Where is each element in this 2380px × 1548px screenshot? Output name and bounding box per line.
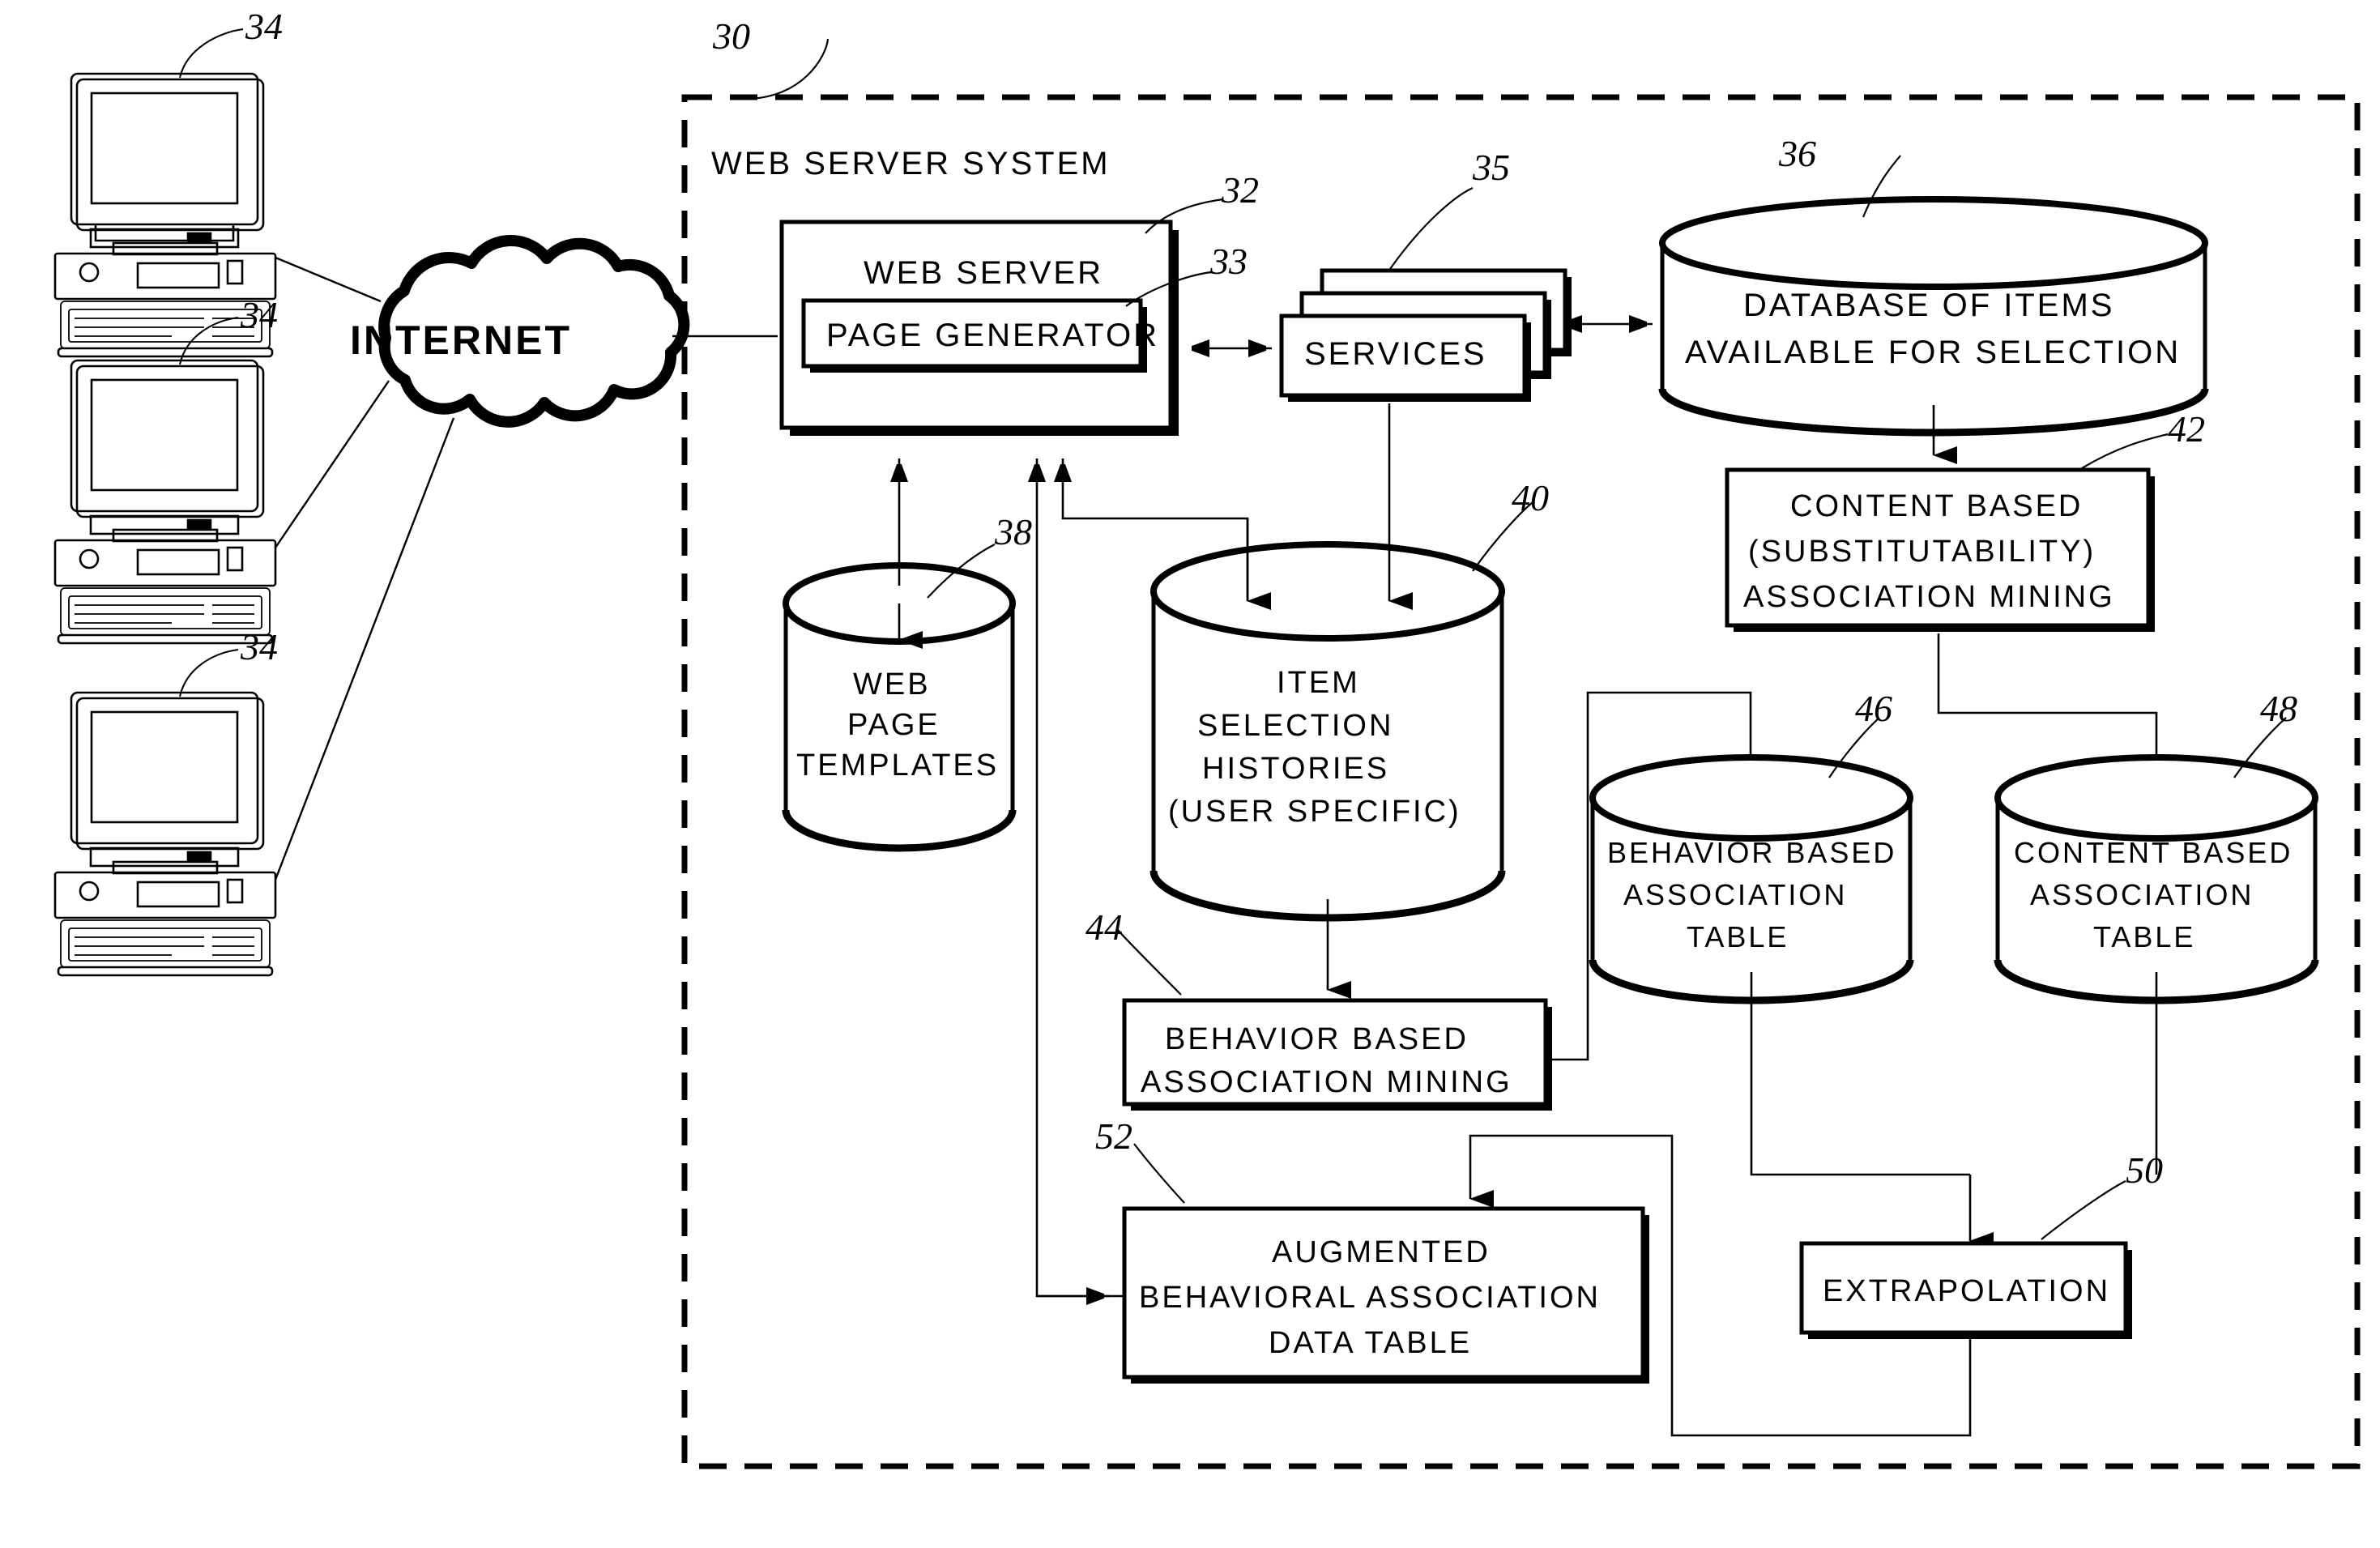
ref-44: 44 (1086, 906, 1123, 948)
patent-figure-canvas: 34 34 34 INTERNET 30 WEB SERVER SYSTEM W… (0, 0, 2380, 1548)
behavior-table-label-2: ASSOCIATION (1623, 878, 1847, 911)
ref-34c: 34 (240, 626, 278, 667)
histories-label-4: (USER SPECIFIC) (1168, 795, 1461, 829)
item-db-label-1: DATABASE OF ITEMS (1743, 288, 2114, 323)
templates-label-1: WEB (853, 667, 931, 702)
content-table-label-3: TABLE (2093, 920, 2195, 953)
web-server-label: WEB SERVER (864, 255, 1103, 291)
ref-32: 32 (1221, 169, 1259, 211)
ref-46: 46 (1855, 688, 1892, 729)
histories-label-2: SELECTION (1197, 709, 1393, 743)
ref-48: 48 (2260, 688, 2297, 729)
behavior-table-label-3: TABLE (1687, 920, 1789, 953)
extrapolation-label: EXTRAPOLATION (1823, 1274, 2110, 1308)
behavior-table-label-1: BEHAVIOR BASED (1607, 836, 1896, 869)
ref-40: 40 (1512, 477, 1549, 518)
services-label: SERVICES (1304, 336, 1487, 372)
ref-34a: 34 (245, 6, 283, 47)
ref-50: 50 (2126, 1149, 2163, 1191)
behavior-mining-label-2: ASSOCIATION MINING (1141, 1065, 1512, 1099)
ref-38: 38 (994, 511, 1032, 552)
ref-30: 30 (712, 15, 750, 57)
system-label: WEB SERVER SYSTEM (711, 146, 1111, 181)
behavior-mining-label-1: BEHAVIOR BASED (1165, 1022, 1469, 1056)
histories-label-3: HISTORIES (1202, 752, 1389, 786)
content-mining-label-3: ASSOCIATION MINING (1743, 580, 2115, 614)
content-table-label-2: ASSOCIATION (2030, 878, 2254, 911)
templates-label-2: PAGE (847, 708, 940, 742)
content-table-label-1: CONTENT BASED (2014, 836, 2293, 869)
internet-label: INTERNET (350, 318, 572, 363)
content-mining-label-2: (SUBSTITUTABILITY) (1748, 535, 2096, 569)
content-mining-label-1: CONTENT BASED (1790, 489, 2083, 523)
ref-35: 35 (1472, 147, 1510, 188)
ref-52: 52 (1095, 1115, 1132, 1157)
templates-label-3: TEMPLATES (796, 748, 999, 783)
item-db-label-2: AVAILABLE FOR SELECTION (1685, 335, 2181, 370)
diagram-svg: 34 34 34 INTERNET 30 WEB SERVER SYSTEM W… (0, 0, 2380, 1548)
page-generator-label: PAGE GENERATOR (826, 318, 1159, 353)
ref-33: 33 (1209, 241, 1248, 282)
ref-36: 36 (1778, 133, 1816, 174)
ref-34b: 34 (240, 294, 278, 335)
augmented-label-3: DATA TABLE (1269, 1326, 1472, 1360)
augmented-label-1: AUGMENTED (1272, 1235, 1491, 1269)
histories-label-1: ITEM (1277, 666, 1360, 700)
augmented-label-2: BEHAVIORAL ASSOCIATION (1139, 1281, 1601, 1315)
ref-42: 42 (2168, 408, 2205, 450)
